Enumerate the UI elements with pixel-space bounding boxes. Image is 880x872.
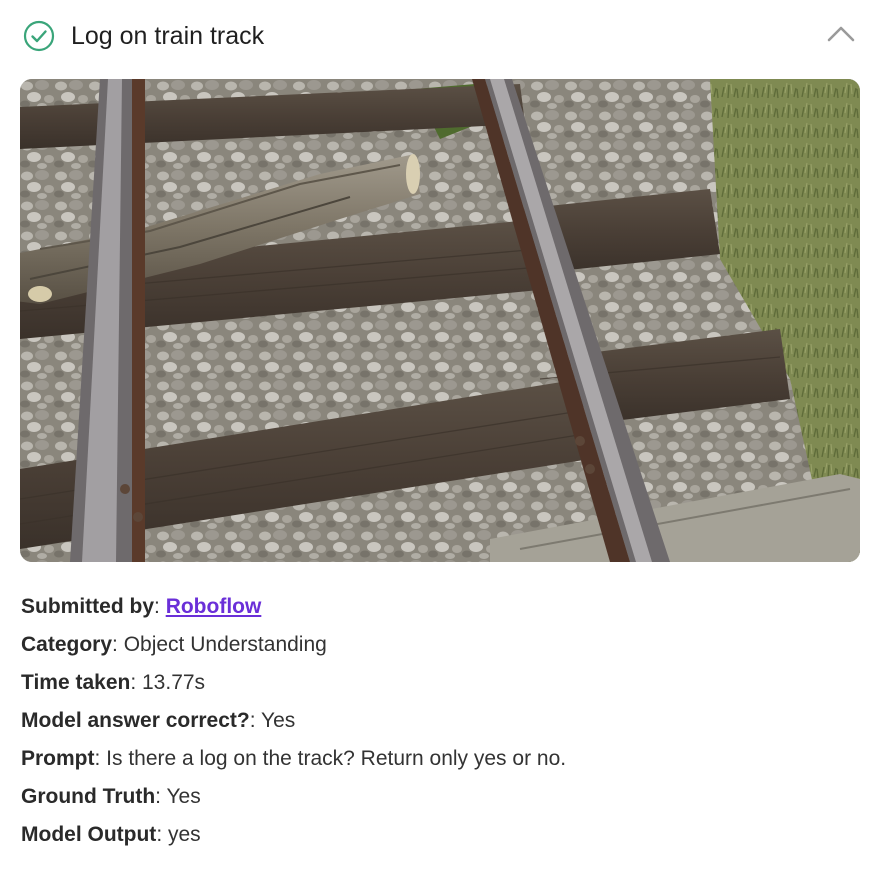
prompt-label: Prompt <box>21 747 95 770</box>
answer-correct-label: Model answer correct? <box>21 709 250 732</box>
model-output-row: Model Output: yes <box>21 820 851 858</box>
card-header: Log on train track <box>0 0 880 72</box>
card-title: Log on train track <box>71 22 265 50</box>
separator: : <box>154 595 166 618</box>
answer-correct-row: Model answer correct?: Yes <box>21 706 851 744</box>
separator: : <box>156 823 168 846</box>
separator: : <box>112 633 124 656</box>
submitter-link[interactable]: Roboflow <box>166 595 262 618</box>
ground-truth-row: Ground Truth: Yes <box>21 782 851 820</box>
result-card: Log on train track Submitted by: Roboflo… <box>0 0 880 872</box>
model-output-label: Model Output <box>21 823 157 846</box>
model-output-value: yes <box>167 823 201 846</box>
category-row: Category: Object Understanding <box>21 630 851 668</box>
category-value: Object Understanding <box>123 633 327 656</box>
ground-truth-value: Yes <box>166 785 201 808</box>
separator: : <box>155 785 167 808</box>
collapse-button[interactable] <box>820 18 862 54</box>
result-details: Submitted by: Roboflow Category: Object … <box>21 592 851 858</box>
separator: : <box>130 671 142 694</box>
ground-truth-label: Ground Truth <box>21 785 156 808</box>
category-label: Category <box>21 633 113 656</box>
time-taken-row: Time taken: 13.77s <box>21 668 851 706</box>
check-circle-icon <box>23 20 55 52</box>
answer-correct-value: Yes <box>261 709 296 732</box>
separator: : <box>249 709 262 732</box>
track-photo <box>20 79 860 562</box>
submitted-by-label: Submitted by <box>21 595 155 618</box>
submitted-by-row: Submitted by: Roboflow <box>21 592 851 630</box>
prompt-value: Is there a log on the track? Return only… <box>106 747 567 770</box>
chevron-up-icon <box>826 24 856 49</box>
time-taken-value: 13.77s <box>142 671 206 694</box>
prompt-row: Prompt: Is there a log on the track? Ret… <box>21 744 851 782</box>
time-taken-label: Time taken <box>21 671 131 694</box>
separator: : <box>94 747 107 770</box>
